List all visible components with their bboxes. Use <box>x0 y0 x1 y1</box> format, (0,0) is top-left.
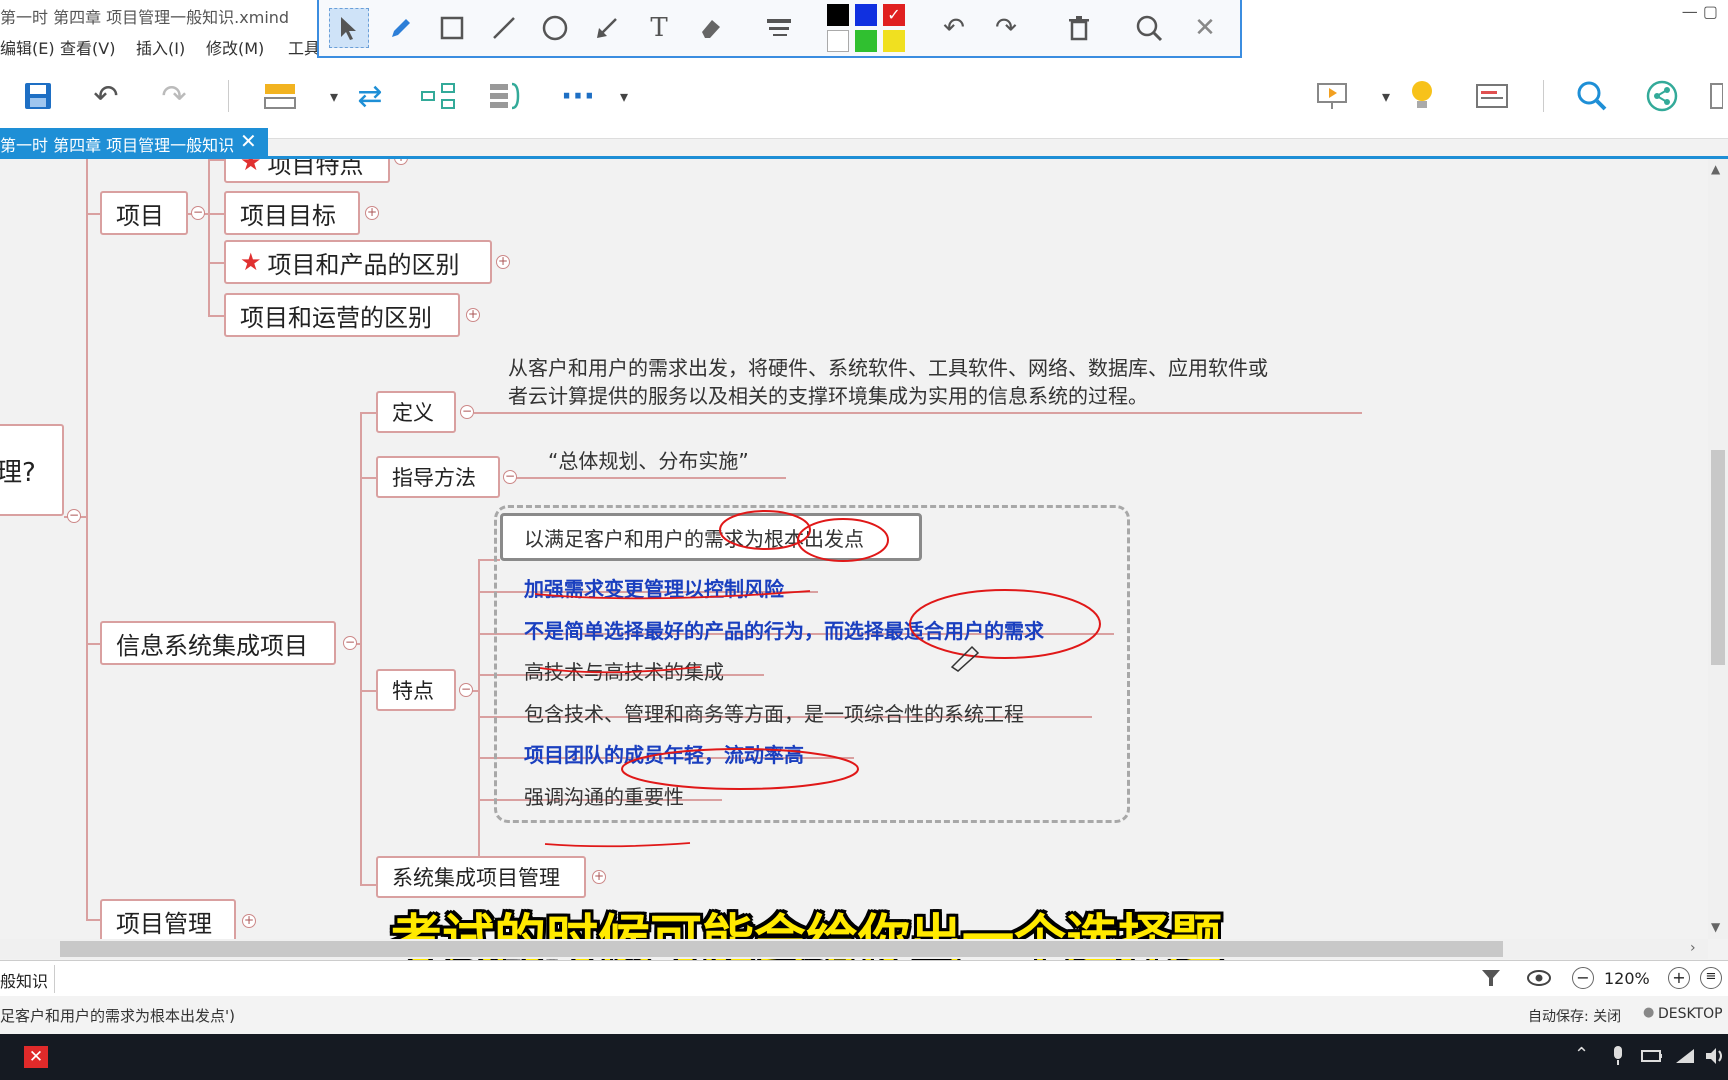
menu-insert[interactable]: 插入(I) <box>136 35 185 59</box>
eye-icon[interactable] <box>1526 967 1552 993</box>
structure-icon[interactable] <box>416 74 460 118</box>
status-dot-icon: ● <box>1643 1005 1655 1020</box>
search-icon[interactable] <box>1570 74 1614 118</box>
zoom-level: 120% <box>1604 969 1650 988</box>
line-icon[interactable] <box>484 8 524 48</box>
status-bar: 足客户和用户的需求为根本出发点') 自动保存: 关闭 ● DESKTOP <box>0 996 1728 1034</box>
window-title: 第一时 第四章 项目管理一般知识.xmind <box>0 8 290 27</box>
undo-icon[interactable]: ↶ <box>84 74 128 118</box>
tab-close-icon[interactable]: ✕ <box>240 129 257 153</box>
status-selection-text: 足客户和用户的需求为根本出发点') <box>0 1007 235 1025</box>
tray-chevron-icon[interactable]: ⌃ <box>1574 1044 1589 1065</box>
zoom-search-icon[interactable] <box>1129 8 1169 48</box>
scroll-down-icon[interactable]: ▼ <box>1711 920 1720 934</box>
line-style-icon[interactable] <box>759 8 799 48</box>
menu-view[interactable]: 查看(V) <box>60 35 115 59</box>
color-yellow-swatch[interactable] <box>883 30 905 52</box>
redo-icon[interactable]: ↷ <box>986 8 1026 48</box>
topic-icon[interactable] <box>258 74 302 118</box>
microphone-icon[interactable] <box>1610 1044 1626 1072</box>
eraser-icon[interactable] <box>691 8 731 48</box>
autosave-status[interactable]: 自动保存: 关闭 <box>1528 1006 1621 1026</box>
rectangle-icon[interactable] <box>432 8 472 48</box>
scroll-up-icon[interactable]: ▲ <box>1711 162 1720 176</box>
arrow-icon[interactable] <box>587 8 627 48</box>
hand-drawn-annotations <box>534 510 1101 848</box>
close-icon[interactable]: ✕ <box>1185 8 1225 48</box>
zoom-out-icon[interactable]: − <box>1572 967 1594 989</box>
volume-icon[interactable] <box>1704 1045 1728 1071</box>
tab-document[interactable]: 第一时 第四章 项目管理一般知识 ✕ <box>0 128 268 156</box>
trash-icon[interactable] <box>1059 8 1099 48</box>
menu-modify[interactable]: 修改(M) <box>206 35 264 59</box>
host-name: DESKTOP <box>1658 1006 1723 1022</box>
horizontal-scroll-thumb[interactable] <box>60 941 1503 957</box>
annotation-toolbar: T ✓ ↶ ↷ ✕ <box>317 0 1242 58</box>
pen-icon[interactable] <box>381 8 421 48</box>
mindmap-canvas[interactable]: 理? − 项目 − ★ 项目特点 + 项目目标 + ★ 项目和产品的区别 + 项… <box>0 159 1708 939</box>
filter-label: 般知识 <box>0 972 49 991</box>
lightbulb-icon[interactable] <box>1400 74 1444 118</box>
wifi-icon[interactable] <box>1674 1045 1698 1071</box>
color-red-swatch-selected[interactable]: ✓ <box>883 4 905 26</box>
more-dropdown-icon[interactable]: ▾ <box>602 74 646 118</box>
notes-icon[interactable] <box>1470 74 1514 118</box>
color-black-swatch[interactable] <box>827 4 849 26</box>
filter-icon[interactable] <box>1480 967 1502 993</box>
taskbar: ✕ ⌃ <box>0 1034 1728 1080</box>
color-white-swatch[interactable] <box>827 30 849 52</box>
color-green-swatch[interactable] <box>855 30 877 52</box>
scroll-right-icon[interactable]: › <box>1690 940 1696 956</box>
tab-label: 第一时 第四章 项目管理一般知识 <box>0 136 235 155</box>
share-icon[interactable] <box>1640 74 1684 118</box>
zoom-in-icon[interactable]: + <box>1668 967 1690 989</box>
window-controls[interactable]: — ▢ <box>1682 2 1718 21</box>
toolbar-separator <box>1543 80 1544 112</box>
filter-bar: 般知识 − 120% + ≡ <box>0 960 1728 997</box>
zoom-menu-icon[interactable]: ≡ <box>1700 967 1722 989</box>
toolbar-separator <box>228 80 229 112</box>
panel-toggle-icon[interactable] <box>1705 74 1727 118</box>
presentation-icon[interactable] <box>1310 74 1354 118</box>
undo-icon[interactable]: ↶ <box>934 8 974 48</box>
text-icon[interactable]: T <box>639 8 679 48</box>
vertical-scroll-thumb[interactable] <box>1711 450 1725 665</box>
menu-tools[interactable]: 工具 <box>288 35 320 59</box>
battery-icon[interactable] <box>1640 1046 1664 1070</box>
menu-edit[interactable]: 编辑(E) <box>0 35 55 59</box>
xmind-app-icon[interactable]: ✕ <box>24 1046 48 1068</box>
summary-icon[interactable] <box>484 74 528 118</box>
more-icon[interactable]: ··· <box>556 74 600 118</box>
select-arrow-icon[interactable] <box>329 8 369 48</box>
circle-icon[interactable] <box>535 8 575 48</box>
redo-icon[interactable]: ↷ <box>152 74 196 118</box>
filter-input[interactable] <box>54 965 1475 993</box>
save-icon[interactable] <box>16 74 60 118</box>
relationship-icon[interactable]: ⇄ <box>348 74 392 118</box>
color-blue-swatch[interactable] <box>855 4 877 26</box>
